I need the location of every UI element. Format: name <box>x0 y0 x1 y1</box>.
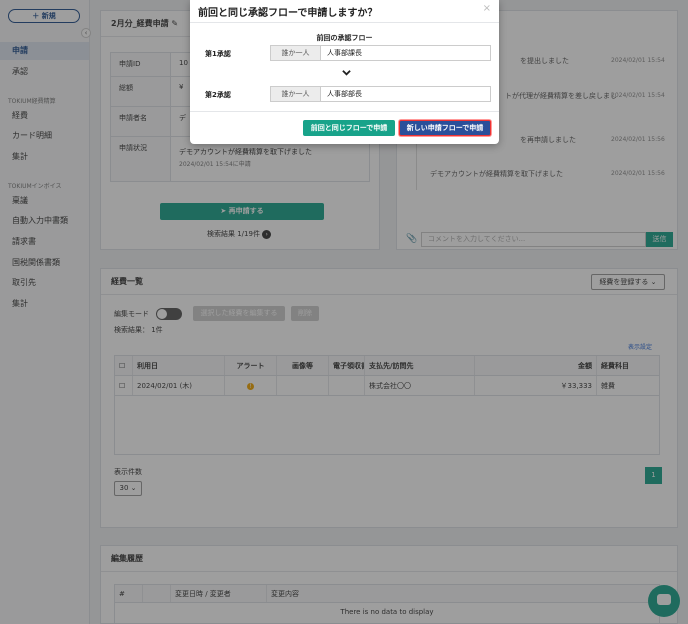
same-flow-submit-button[interactable]: 前回と同じフローで申請 <box>303 120 395 136</box>
step-1-field: 誰か一人 人事部課長 <box>270 45 491 61</box>
modal-divider <box>190 22 499 23</box>
step-1-label: 第1承認 <box>205 50 231 58</box>
step-1-approver: 人事部課長 <box>327 49 362 57</box>
chevron-down-icon <box>342 70 351 76</box>
modal-divider <box>190 111 499 112</box>
step-1-type: 誰か一人 <box>271 46 321 60</box>
approval-flow-modal: 前回と同じ承認フローで申請しますか？ × 前回の承認フロー 第1承認 誰か一人 … <box>190 0 499 144</box>
close-icon[interactable]: × <box>483 3 491 14</box>
step-2-type: 誰か一人 <box>271 87 321 101</box>
previous-flow-label: 前回の承認フロー <box>316 34 373 42</box>
modal-title: 前回と同じ承認フローで申請しますか？ <box>198 8 378 19</box>
step-2-approver: 人事部部長 <box>327 90 362 98</box>
step-2-label: 第2承認 <box>205 91 231 99</box>
step-2-field: 誰か一人 人事部部長 <box>270 86 491 102</box>
new-flow-submit-button[interactable]: 新しい申請フローで申請 <box>399 120 491 136</box>
